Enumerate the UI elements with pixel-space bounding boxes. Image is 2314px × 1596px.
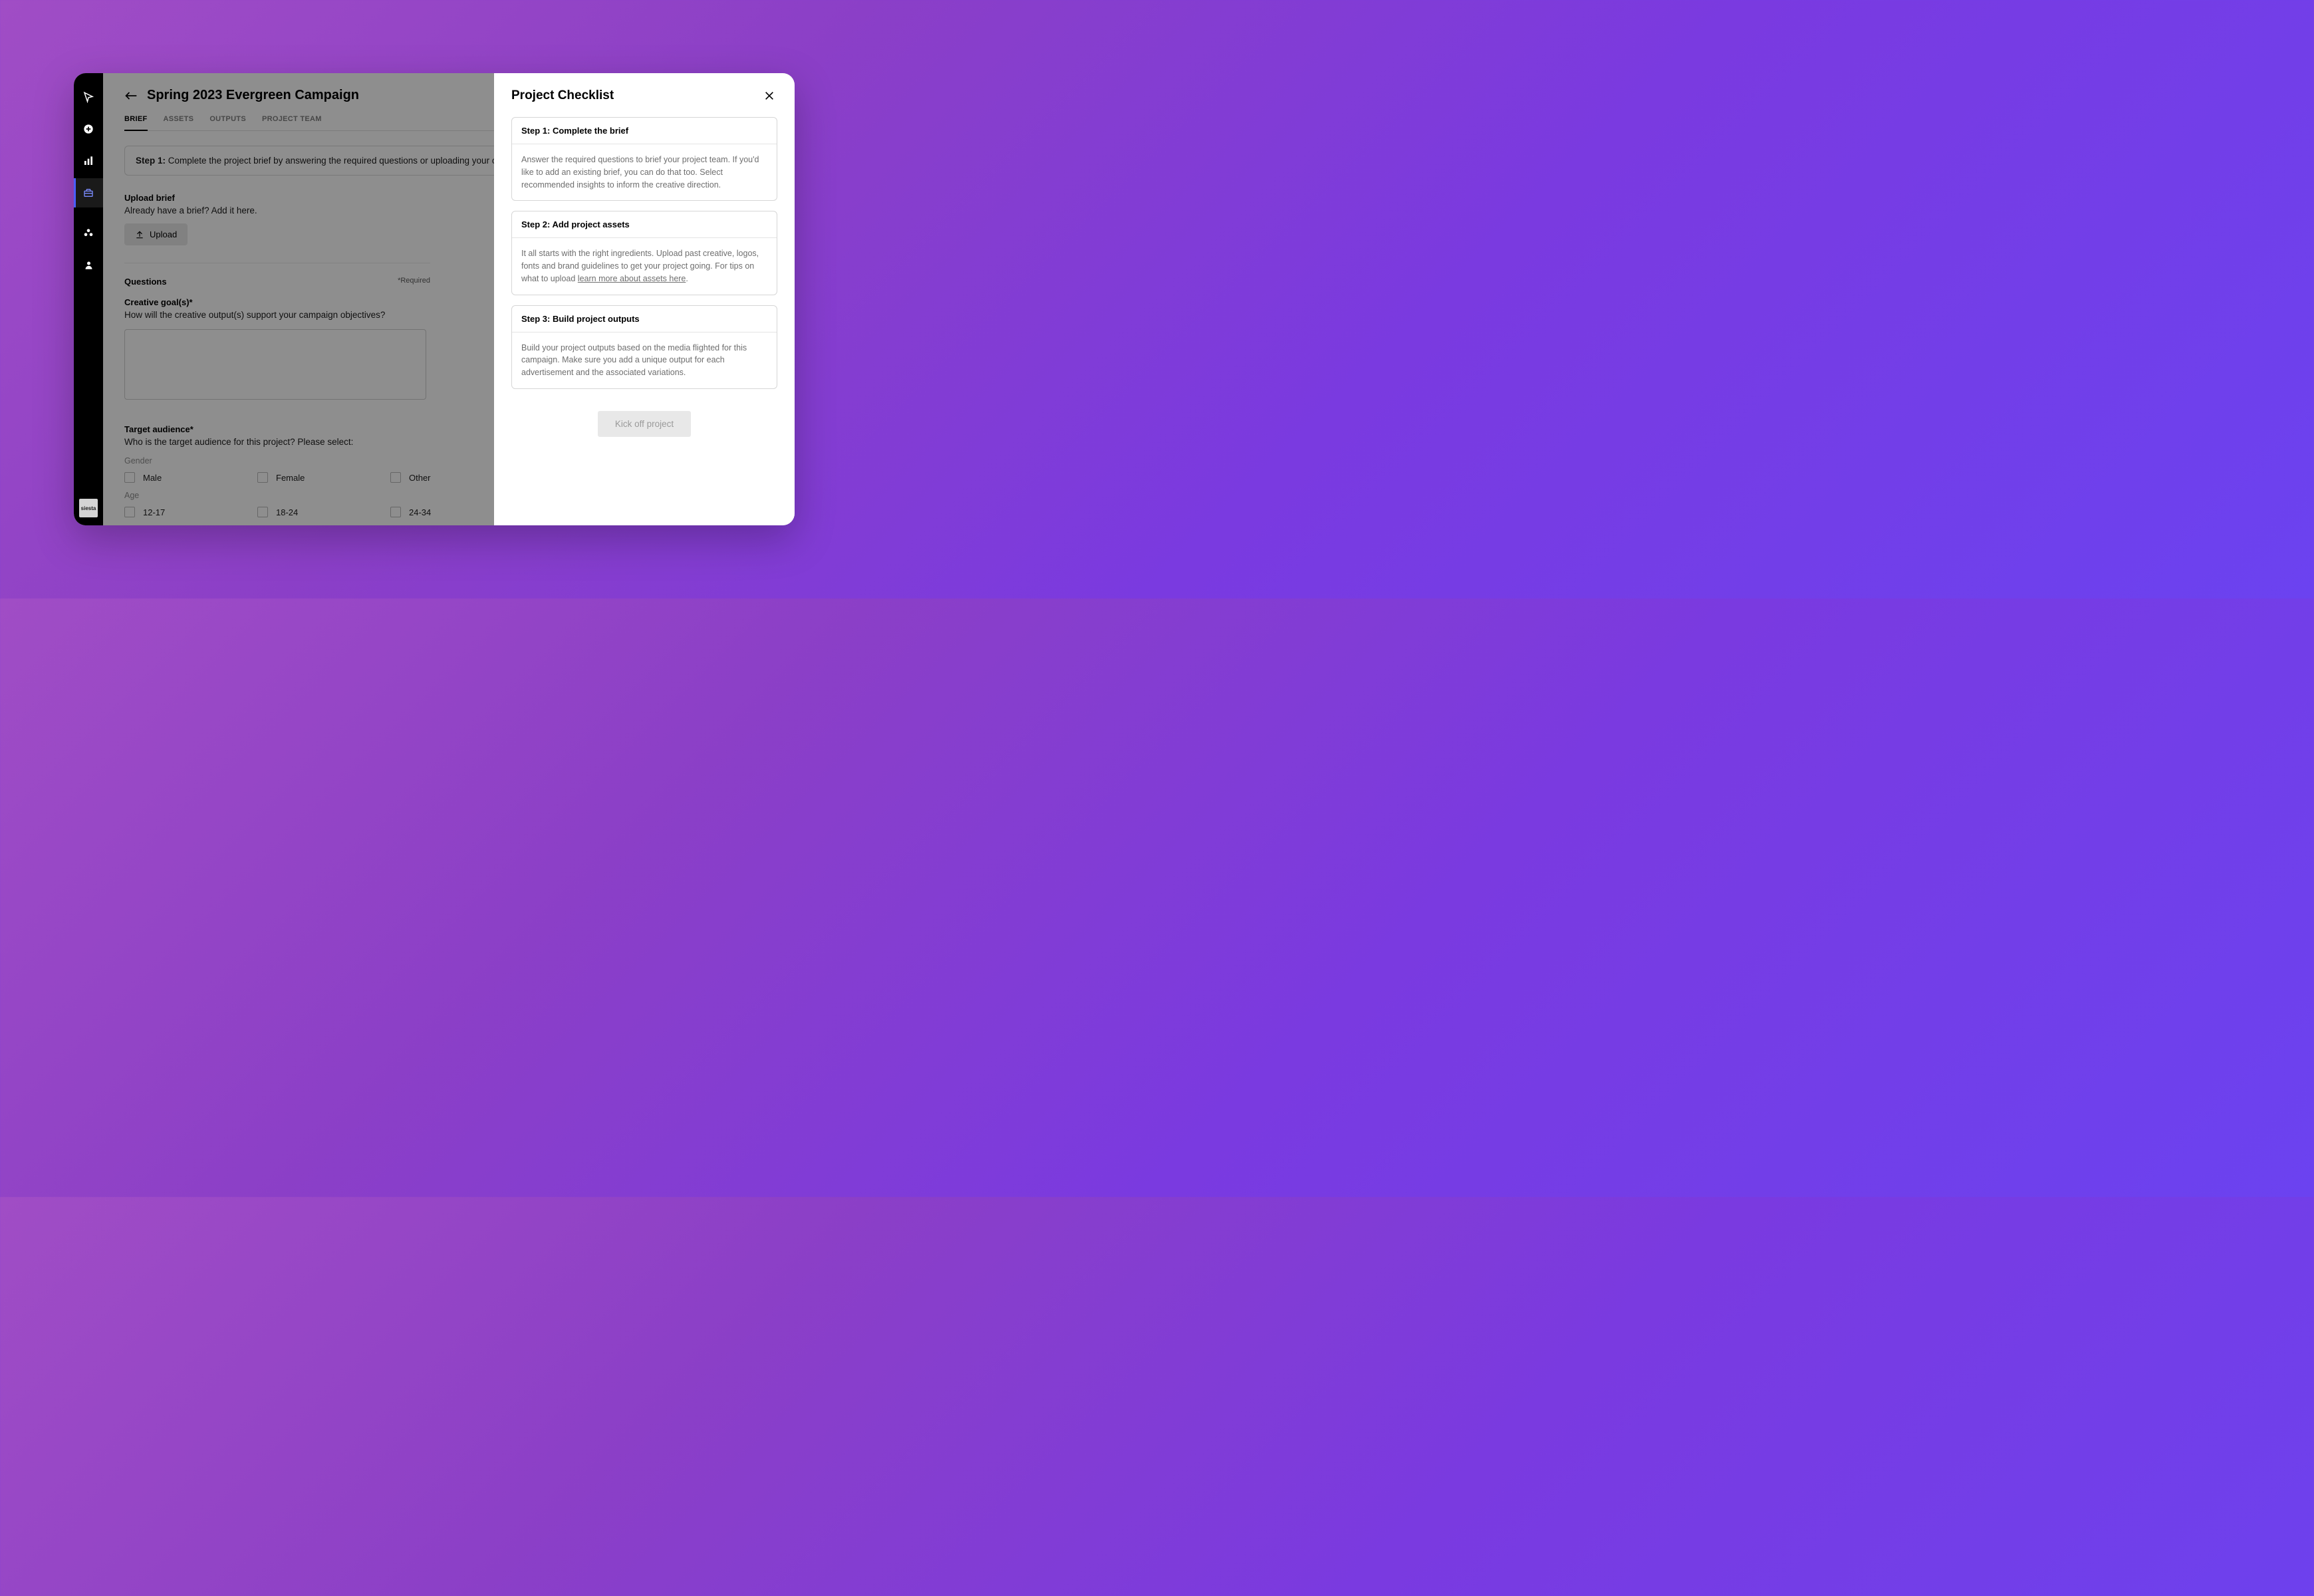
back-button[interactable] — [124, 91, 138, 100]
project-checklist-drawer: Project Checklist Step 1: Complete the b… — [494, 73, 795, 525]
checkbox-box[interactable] — [390, 507, 401, 517]
checkbox-label: Male — [143, 473, 162, 483]
upload-button[interactable]: Upload — [124, 223, 188, 245]
checklist-step-3: Step 3: Build project outputs Build your… — [511, 305, 777, 389]
team-icon — [83, 227, 94, 238]
brand-badge: siesta — [79, 499, 98, 517]
checkbox-age-24-34[interactable]: 24-34 — [390, 507, 450, 517]
checklist-step-1: Step 1: Complete the brief Answer the re… — [511, 117, 777, 201]
banner-text: Complete the project brief by answering … — [168, 156, 531, 166]
step2-post: . — [686, 274, 688, 283]
checkbox-box[interactable] — [257, 472, 268, 483]
tab-project-team[interactable]: PROJECT TEAM — [262, 115, 322, 130]
upload-button-label: Upload — [150, 229, 177, 239]
checkbox-box[interactable] — [257, 507, 268, 517]
sidebar-item-team[interactable] — [74, 218, 103, 247]
creative-textarea[interactable] — [124, 329, 426, 400]
questions-header: Questions *Required — [124, 277, 430, 287]
checkbox-male[interactable]: Male — [124, 472, 184, 483]
checkbox-label: 18-24 — [276, 507, 298, 517]
cursor-icon — [82, 91, 94, 103]
sidebar-item-analytics[interactable] — [74, 146, 103, 176]
checklist-step-title: Step 1: Complete the brief — [512, 118, 777, 144]
drawer-header: Project Checklist — [511, 88, 777, 104]
checklist-step-body: Answer the required questions to brief y… — [512, 144, 777, 200]
questions-heading: Questions — [124, 277, 167, 287]
checklist-step-body: It all starts with the right ingredients… — [512, 238, 777, 294]
sidebar-item-user[interactable] — [74, 250, 103, 279]
checkbox-age-12-17[interactable]: 12-17 — [124, 507, 184, 517]
checkbox-age-18-24[interactable]: 18-24 — [257, 507, 317, 517]
sidebar-item-projects[interactable] — [74, 178, 103, 207]
checkbox-box[interactable] — [124, 472, 135, 483]
sidebar-item-cursor[interactable] — [74, 82, 103, 112]
tab-brief[interactable]: BRIEF — [124, 115, 148, 131]
close-icon — [764, 90, 775, 101]
upload-icon — [135, 230, 144, 239]
user-icon — [84, 260, 94, 270]
drawer-title: Project Checklist — [511, 88, 614, 103]
sidebar: siesta — [74, 73, 103, 525]
banner-prefix: Step 1: — [136, 156, 166, 166]
checkbox-box[interactable] — [124, 507, 135, 517]
checklist-step-body: Build your project outputs based on the … — [512, 332, 777, 388]
kickoff-wrap: Kick off project — [511, 411, 777, 437]
assets-link[interactable]: learn more about assets here — [578, 274, 686, 283]
briefcase-icon — [83, 188, 94, 198]
page-title: Spring 2023 Evergreen Campaign — [147, 88, 359, 103]
sidebar-item-add[interactable] — [74, 114, 103, 144]
kickoff-button[interactable]: Kick off project — [598, 411, 691, 437]
analytics-icon — [83, 156, 94, 166]
tab-assets[interactable]: ASSETS — [164, 115, 194, 130]
checklist-step-2: Step 2: Add project assets It all starts… — [511, 211, 777, 295]
app-window: siesta Spring 2023 Evergreen Campaign BR… — [74, 73, 795, 525]
close-button[interactable] — [761, 88, 777, 104]
arrow-left-icon — [124, 91, 138, 100]
checkbox-female[interactable]: Female — [257, 472, 317, 483]
checklist-step-title: Step 2: Add project assets — [512, 211, 777, 238]
checkbox-label: Female — [276, 473, 305, 483]
tab-outputs[interactable]: OUTPUTS — [209, 115, 246, 130]
checkbox-box[interactable] — [390, 472, 401, 483]
checkbox-other[interactable]: Other — [390, 472, 450, 483]
checkbox-label: 24-34 — [409, 507, 431, 517]
checkbox-label: 12-17 — [143, 507, 165, 517]
checkbox-label: Other — [409, 473, 431, 483]
checklist-step-title: Step 3: Build project outputs — [512, 306, 777, 332]
add-icon — [83, 124, 94, 134]
required-label: *Required — [398, 277, 430, 287]
